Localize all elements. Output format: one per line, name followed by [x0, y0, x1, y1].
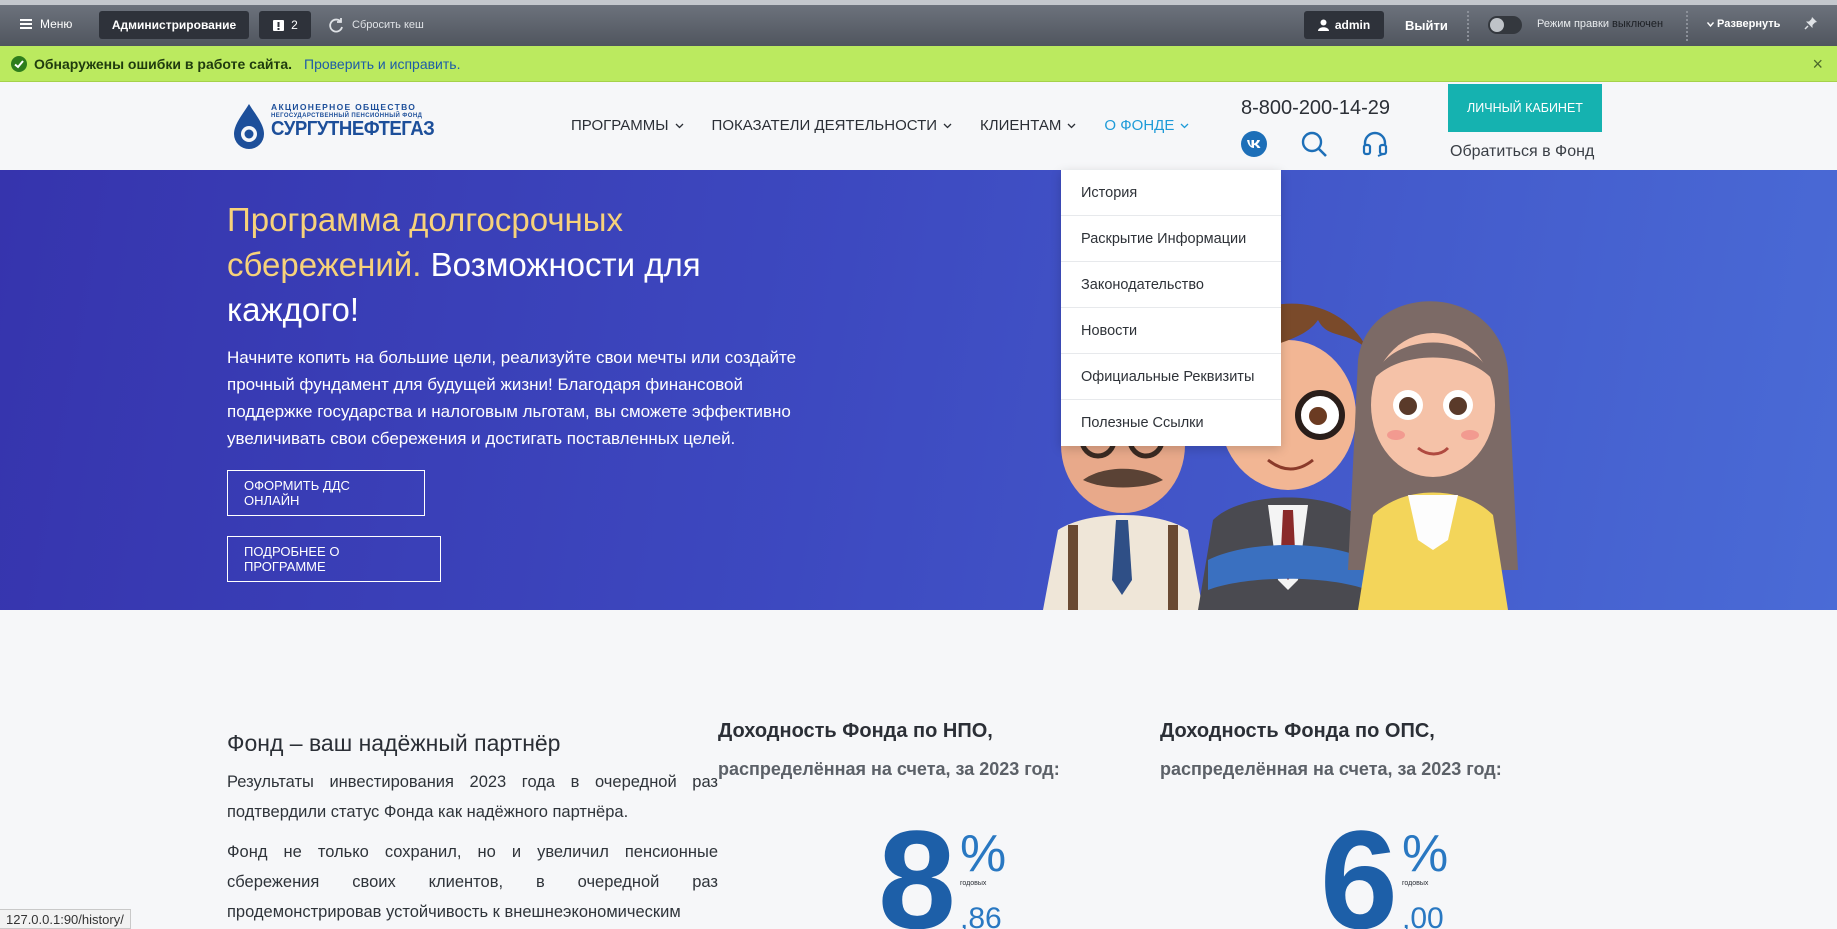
nav-item-label: КЛИЕНТАМ — [980, 117, 1062, 134]
admin-menu-button[interactable]: Меню — [20, 17, 72, 31]
chevron-down-icon — [943, 123, 952, 129]
error-banner: Обнаружены ошибки в работе сайта. Провер… — [0, 46, 1837, 82]
expand-button[interactable]: Развернуть — [1707, 18, 1780, 30]
chevron-down-icon — [1067, 123, 1076, 129]
contact-fund-link[interactable]: Обратиться в Фонд — [1450, 143, 1594, 161]
nav-item-label: ПРОГРАММЫ — [571, 117, 669, 134]
partner-section: Фонд – ваш надёжный партнёр Результаты и… — [227, 730, 718, 929]
notifications-count: 2 — [291, 18, 298, 32]
dropdown-item-disclosure[interactable]: Раскрытие Информации — [1061, 216, 1281, 262]
clear-cache-button[interactable]: Сбросить кеш — [328, 17, 424, 33]
phone-number[interactable]: 8-800-200-14-29 — [1241, 97, 1390, 120]
dropdown-item-useful-links[interactable]: Полезные Ссылки — [1061, 400, 1281, 446]
dropdown-item-requisites[interactable]: Официальные Реквизиты — [1061, 354, 1281, 400]
yield-npo-decimal: ,86 — [960, 902, 1002, 929]
edit-mode-text: Режим правки — [1537, 18, 1609, 30]
about-fund-dropdown: История Раскрытие Информации Законодател… — [1061, 170, 1281, 446]
yield-npo-yearly: годовых — [960, 880, 987, 887]
yield-ops-decimal: ,00 — [1402, 902, 1444, 929]
user-icon — [1317, 19, 1329, 31]
yield-npo-subtitle: распределённая на счета, за 2023 год: — [718, 759, 1060, 779]
pin-icon[interactable] — [1804, 16, 1818, 30]
nav-item-performance[interactable]: ПОКАЗАТЕЛИ ДЕЯТЕЛЬНОСТИ — [712, 117, 953, 134]
hamburger-icon — [20, 19, 32, 29]
partner-title: Фонд – ваш надёжный партнёр — [227, 730, 561, 756]
partner-paragraph-1: Результаты инвестирования 2023 года в оч… — [227, 773, 718, 821]
notifications-button[interactable]: 2 — [259, 11, 311, 39]
hero-banner: Программа долгосрочных сбережений. Возмо… — [0, 170, 1837, 610]
chevron-down-icon — [675, 123, 684, 129]
close-icon[interactable]: × — [1812, 55, 1823, 73]
notification-icon — [272, 19, 285, 32]
logo-line-1: АКЦИОНЕРНОЕ ОБЩЕСТВО — [271, 102, 417, 112]
toolbar-divider — [1467, 11, 1471, 41]
nav-item-clients[interactable]: КЛИЕНТАМ — [980, 117, 1076, 134]
apply-dds-online-button[interactable]: ОФОРМИТЬ ДДС ОНЛАЙН — [227, 470, 425, 516]
edit-mode-label: Режим правки выключен — [1537, 18, 1663, 30]
logo-line-3: СУРГУТНЕФТЕГАЗ — [271, 118, 435, 140]
yield-ops-percent: % — [1402, 825, 1449, 883]
expand-label: Развернуть — [1717, 18, 1781, 30]
fix-errors-link[interactable]: Проверить и исправить. — [304, 56, 460, 72]
nav-item-label: ПОКАЗАТЕЛИ ДЕЯТЕЛЬНОСТИ — [711, 117, 938, 134]
hero-title: Программа долгосрочных сбережений. Возмо… — [227, 197, 727, 332]
site-logo[interactable]: АКЦИОНЕРНОЕ ОБЩЕСТВО НЕГОСУДАРСТВЕННЫЙ П… — [231, 100, 436, 152]
nav-item-label: О ФОНДЕ — [1104, 117, 1175, 134]
clear-cache-label: Сбросить кеш — [352, 19, 424, 31]
nav-item-programs[interactable]: ПРОГРАММЫ — [571, 117, 684, 134]
chevron-down-icon — [1180, 123, 1189, 129]
dropdown-item-history[interactable]: История — [1061, 170, 1281, 216]
admin-toolbar: Меню Администрирование 2 Сбросить кеш ad… — [0, 0, 1837, 46]
yield-ops-integer: 6 — [1320, 801, 1398, 929]
personal-cabinet-button[interactable]: ЛИЧНЫЙ КАБИНЕТ — [1448, 84, 1602, 132]
nav-item-about-fund[interactable]: О ФОНДЕ — [1104, 117, 1189, 134]
logo-text: АКЦИОНЕРНОЕ ОБЩЕСТВО НЕГОСУДАРСТВЕННЫЙ П… — [271, 102, 447, 141]
yield-ops-title: Доходность Фонда по ОПС, — [1160, 720, 1435, 742]
partner-paragraph-2: Фонд не только сохранил, но и увеличил п… — [227, 843, 718, 921]
admin-menu-label: Меню — [40, 17, 73, 31]
site-header: АКЦИОНЕРНОЕ ОБЩЕСТВО НЕГОСУДАРСТВЕННЫЙ П… — [0, 82, 1837, 170]
yield-ops-subtitle: распределённая на счета, за 2023 год: — [1160, 759, 1502, 779]
dropdown-item-news[interactable]: Новости — [1061, 308, 1281, 354]
search-icon[interactable] — [1300, 130, 1328, 158]
chevron-down-icon — [1707, 21, 1714, 27]
logout-link[interactable]: Выйти — [1405, 18, 1448, 33]
vk-icon[interactable] — [1241, 131, 1267, 157]
yield-npo-integer: 8 — [878, 801, 956, 929]
refresh-icon — [328, 17, 344, 33]
header-icons — [1241, 130, 1389, 158]
headset-icon[interactable] — [1361, 130, 1389, 158]
status-bar-url: 127.0.0.1:90/history/ — [0, 909, 131, 929]
check-circle-icon — [11, 55, 27, 72]
yield-npo-percent: % — [960, 825, 1007, 883]
dropdown-item-legislation[interactable]: Законодательство — [1061, 262, 1281, 308]
user-button[interactable]: admin — [1304, 11, 1384, 39]
yield-ops-block: Доходность Фонда по ОПС, распределённая … — [1160, 720, 1540, 929]
error-message: Обнаружены ошибки в работе сайта. — [34, 55, 293, 72]
drop-logo-icon — [234, 104, 264, 149]
main-nav: ПРОГРАММЫ ПОКАЗАТЕЛИ ДЕЯТЕЛЬНОСТИ КЛИЕНТ… — [571, 117, 1189, 134]
toolbar-divider — [1686, 11, 1690, 41]
edit-mode-state: выключен — [1612, 18, 1664, 30]
yield-npo-block: Доходность Фонда по НПО, распределённая … — [718, 720, 1098, 929]
edit-mode-toggle[interactable] — [1488, 16, 1522, 34]
administration-button[interactable]: Администрирование — [99, 11, 249, 39]
yield-ops-yearly: годовых — [1402, 880, 1429, 887]
hero-text: Начните копить на большие цели, реализуй… — [227, 348, 797, 448]
user-name: admin — [1334, 18, 1371, 32]
program-details-button[interactable]: ПОДРОБНЕЕ О ПРОГРАММЕ — [227, 536, 441, 582]
yield-npo-title: Доходность Фонда по НПО, — [718, 720, 993, 742]
